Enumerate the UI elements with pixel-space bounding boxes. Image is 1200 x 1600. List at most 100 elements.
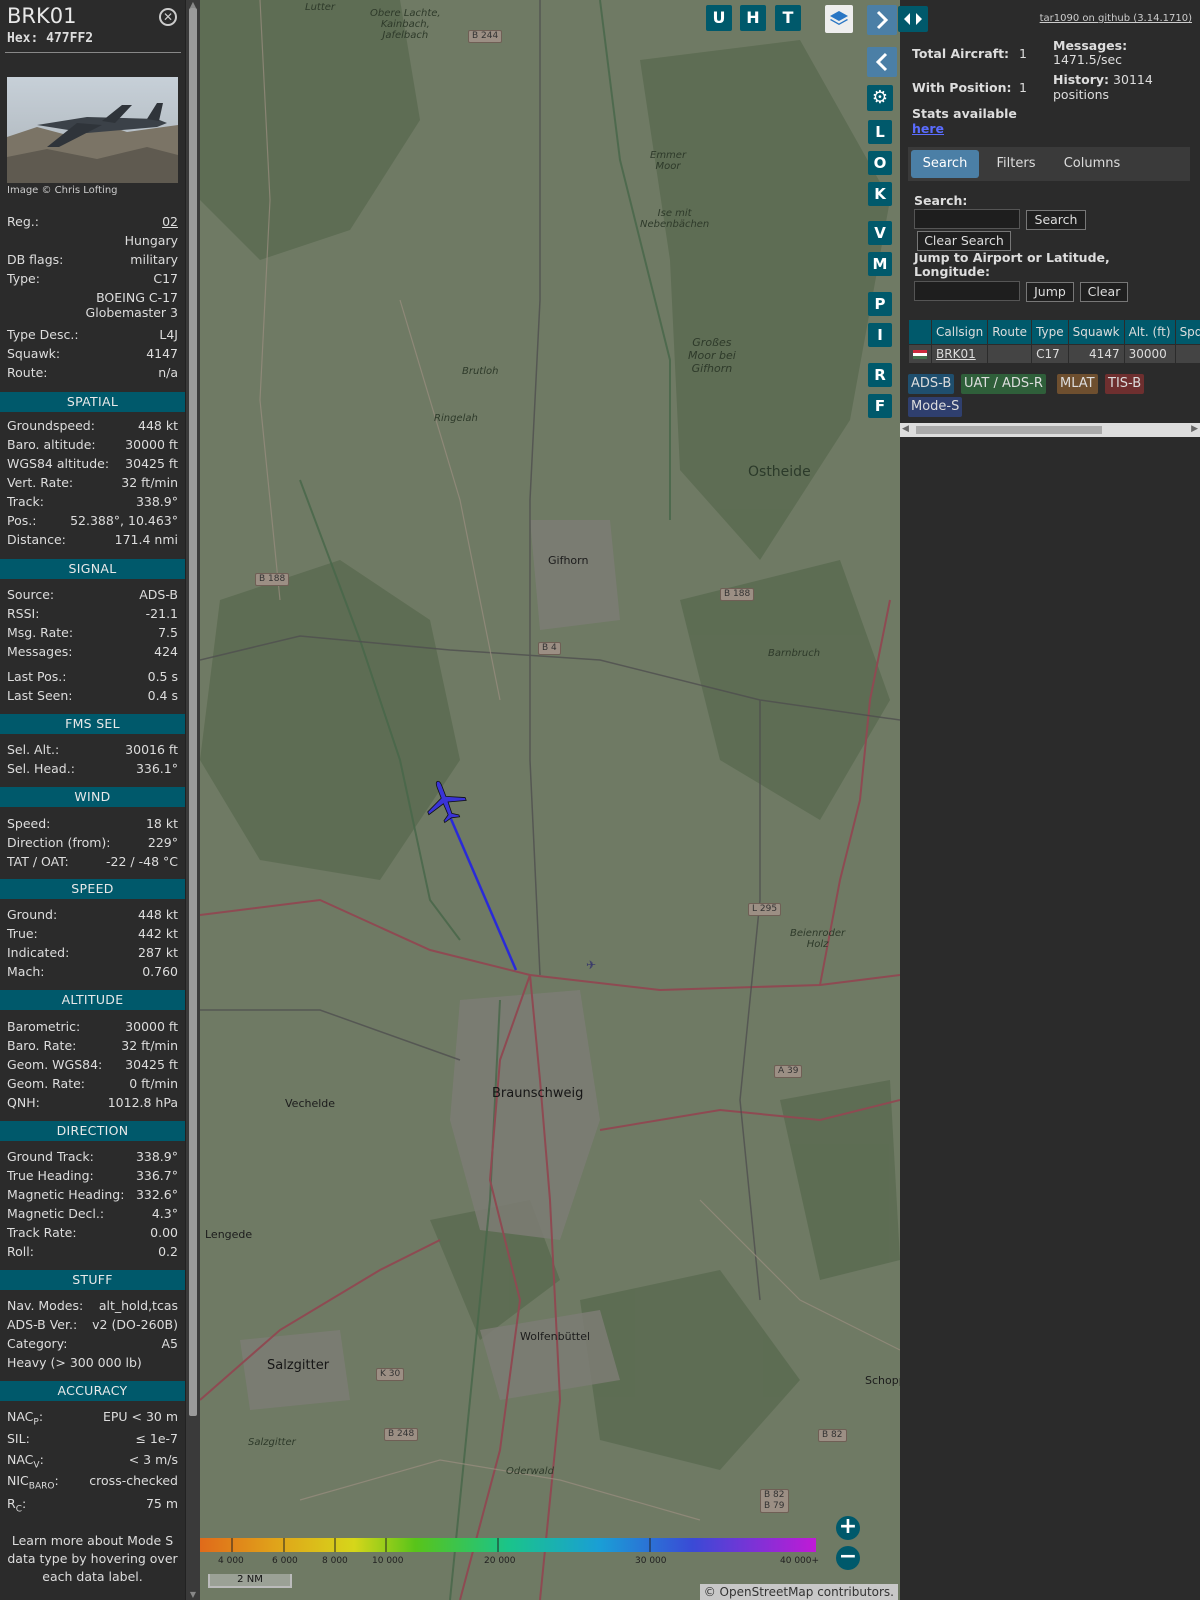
- column-header-callsign[interactable]: Callsign: [930, 319, 989, 345]
- info-row-label[interactable]: Geom. Rate:: [7, 1075, 85, 1093]
- info-row-label[interactable]: Vert. Rate:: [7, 474, 73, 492]
- tab-search[interactable]: Search: [911, 150, 979, 178]
- toggle-button-l[interactable]: L: [868, 120, 892, 144]
- tab-columns[interactable]: Columns: [1053, 150, 1131, 178]
- column-header-route[interactable]: Route: [987, 319, 1033, 345]
- info-row-label[interactable]: Magnetic Heading:: [7, 1186, 124, 1204]
- toggle-button-m[interactable]: M: [868, 252, 892, 276]
- toggle-button-i[interactable]: I: [868, 323, 892, 347]
- info-row-label[interactable]: Distance:: [7, 531, 66, 549]
- close-icon[interactable]: ✕: [159, 8, 177, 26]
- aircraft-icon[interactable]: [422, 778, 468, 824]
- collapse-left-button[interactable]: [867, 47, 897, 77]
- toggle-button-v[interactable]: V: [868, 221, 892, 245]
- info-row-label[interactable]: ADS-B Ver.:: [7, 1316, 77, 1334]
- info-row-label[interactable]: Speed:: [7, 815, 50, 833]
- info-row-label[interactable]: Messages:: [7, 643, 73, 661]
- info-row-label[interactable]: Baro. altitude:: [7, 436, 96, 454]
- toggle-button-k[interactable]: K: [868, 182, 892, 206]
- stats-link[interactable]: here: [912, 121, 944, 136]
- scrollbar-thumb[interactable]: [189, 8, 197, 1416]
- scroll-right-arrow[interactable]: ▶: [1191, 424, 1198, 434]
- toggle-button-h[interactable]: H: [740, 5, 766, 31]
- info-row-label[interactable]: Roll:: [7, 1243, 34, 1261]
- column-header-type[interactable]: Type: [1031, 319, 1069, 345]
- info-row: RSSI: -21.1: [7, 605, 178, 623]
- toggle-button-t[interactable]: T: [775, 5, 801, 31]
- zoom-out-button[interactable]: −: [836, 1546, 860, 1570]
- info-panel-scrollbar[interactable]: ▲ ▼: [185, 0, 200, 1600]
- info-row-label[interactable]: TAT / OAT:: [7, 853, 69, 871]
- clear-button[interactable]: Clear: [1080, 282, 1128, 302]
- scrollbar-thumb[interactable]: [916, 426, 1102, 434]
- sil-label[interactable]: SIL:: [7, 1430, 30, 1448]
- info-row-label[interactable]: QNH:: [7, 1094, 40, 1112]
- info-row-label[interactable]: Geom. WGS84:: [7, 1056, 102, 1074]
- messages-label: Messages:: [1053, 38, 1128, 53]
- info-row-label[interactable]: Indicated:: [7, 944, 69, 962]
- scroll-left-arrow[interactable]: ◀: [902, 424, 909, 434]
- info-row-label[interactable]: Nav. Modes:: [7, 1297, 83, 1315]
- info-row-label[interactable]: Last Seen:: [7, 687, 72, 705]
- info-row-label[interactable]: Groundspeed:: [7, 417, 95, 435]
- scroll-down-arrow[interactable]: ▼: [186, 1590, 200, 1600]
- zoom-in-button[interactable]: +: [836, 1516, 860, 1540]
- toggle-button-p[interactable]: P: [868, 292, 892, 316]
- info-row-label[interactable]: Barometric:: [7, 1018, 80, 1036]
- aircraft-photo[interactable]: [7, 77, 178, 183]
- info-row-value: 448 kt: [138, 418, 178, 433]
- column-header-flag[interactable]: [908, 319, 932, 345]
- info-row-label[interactable]: Category:: [7, 1335, 67, 1353]
- city-salzgitter: Salzgitter: [267, 1358, 330, 1373]
- toggle-button-o[interactable]: O: [868, 151, 892, 175]
- info-row: True Heading: 336.7°: [7, 1167, 178, 1185]
- info-row-label[interactable]: Direction (from):: [7, 834, 111, 852]
- reg-link[interactable]: 02: [162, 213, 178, 231]
- info-row-label[interactable]: Source:: [7, 586, 54, 604]
- info-row-label[interactable]: Track:: [7, 493, 44, 511]
- info-row-label[interactable]: True:: [7, 925, 38, 943]
- jump-button[interactable]: Jump: [1026, 282, 1074, 302]
- info-row-label[interactable]: Sel. Head.:: [7, 760, 75, 778]
- info-row-label[interactable]: Pos.:: [7, 512, 36, 530]
- table-horizontal-scrollbar[interactable]: ◀ ▶: [900, 423, 1200, 437]
- clear-search-button[interactable]: Clear Search: [917, 231, 1011, 251]
- column-header-altitude[interactable]: Alt. (ft): [1123, 319, 1176, 345]
- layers-button[interactable]: [825, 5, 853, 33]
- info-row-label[interactable]: Ground Track:: [7, 1148, 94, 1166]
- info-row-label[interactable]: Last Pos.:: [7, 668, 66, 686]
- map-view[interactable]: Lutter Obere Lachte, Kainbach, Jafelbach…: [200, 0, 900, 1600]
- info-row-label[interactable]: WGS84 altitude:: [7, 455, 109, 473]
- info-row-label[interactable]: True Heading:: [7, 1167, 94, 1185]
- expand-right-button[interactable]: [867, 5, 897, 35]
- info-row-label[interactable]: Sel. Alt.:: [7, 741, 59, 759]
- nacv-label[interactable]: NACV:: [7, 1451, 44, 1475]
- selected-callsign: BRK01: [7, 4, 77, 28]
- github-link[interactable]: tar1090 on github (3.14.1710): [1040, 13, 1192, 24]
- nicbaro-label[interactable]: NICBARO:: [7, 1472, 59, 1496]
- info-row-label[interactable]: Track Rate:: [7, 1224, 77, 1242]
- settings-gear-icon[interactable]: ⚙: [867, 85, 893, 111]
- toggle-button-u[interactable]: U: [706, 5, 732, 31]
- info-row-label[interactable]: RSSI:: [7, 605, 39, 623]
- map-attribution[interactable]: © OpenStreetMap contributors.: [699, 1584, 898, 1600]
- column-header-squawk[interactable]: Squawk: [1067, 319, 1125, 345]
- jump-input[interactable]: [914, 281, 1020, 301]
- info-row-label[interactable]: Heavy (> 300 000 lb): [7, 1354, 142, 1372]
- tab-filters[interactable]: Filters: [983, 150, 1049, 178]
- info-row-label[interactable]: Ground:: [7, 906, 57, 924]
- info-row-label[interactable]: Magnetic Decl.:: [7, 1205, 104, 1223]
- info-row-label[interactable]: Baro. Rate:: [7, 1037, 76, 1055]
- search-input[interactable]: [914, 209, 1020, 229]
- toggle-button-f[interactable]: F: [868, 394, 892, 418]
- cell-callsign[interactable]: BRK01: [930, 344, 989, 364]
- info-row-label[interactable]: Msg. Rate:: [7, 624, 73, 642]
- table-row[interactable]: BRK01 C17 4147 30000: [908, 344, 1200, 364]
- info-row-label[interactable]: Mach:: [7, 963, 44, 981]
- expand-map-button[interactable]: [898, 6, 928, 32]
- toggle-button-r[interactable]: R: [868, 363, 892, 387]
- nacp-label[interactable]: NACP:: [7, 1408, 43, 1432]
- rc-label[interactable]: RC:: [7, 1495, 26, 1519]
- search-button[interactable]: Search: [1026, 210, 1086, 230]
- column-header-speed[interactable]: Spd.: [1174, 319, 1200, 345]
